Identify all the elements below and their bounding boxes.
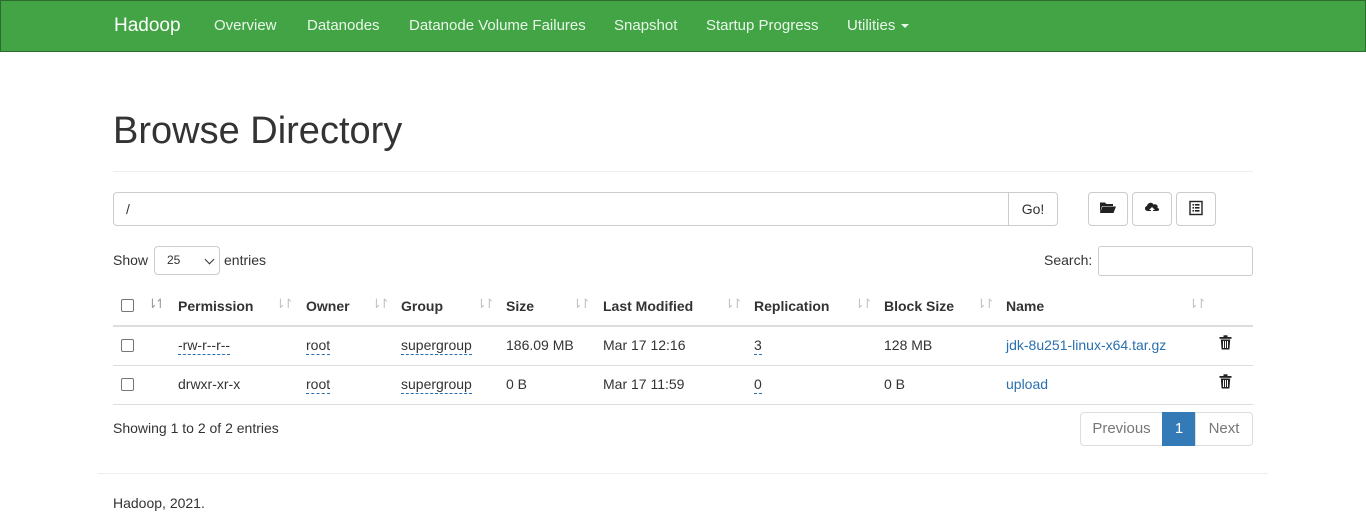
cut-paste-button[interactable] <box>1176 192 1216 226</box>
nav-startup-progress[interactable]: Startup Progress <box>706 17 819 34</box>
sort-icon[interactable]: ⇂↾ <box>371 296 390 312</box>
title-divider <box>113 171 1253 172</box>
entries-per-page-value: 25 <box>167 253 181 267</box>
table-header-divider <box>113 325 1253 327</box>
nav-datanode-volume-failures[interactable]: Datanode Volume Failures <box>409 17 586 34</box>
column-header-group[interactable]: Group <box>401 298 443 314</box>
entries-per-page-select[interactable]: 25 <box>154 246 220 275</box>
entries-label: entries <box>224 252 267 268</box>
size-cell: 0 B <box>506 376 528 392</box>
footer-divider <box>98 473 1268 474</box>
replication-cell[interactable]: 0 <box>754 376 762 394</box>
cloud-upload-icon <box>1143 200 1161 219</box>
column-header-block-size[interactable]: Block Size <box>884 298 954 314</box>
list-alt-icon <box>1188 200 1204 219</box>
page-title: Browse Directory <box>113 110 403 152</box>
column-header-permission[interactable]: Permission <box>178 298 253 314</box>
row-select-checkbox[interactable] <box>121 378 134 391</box>
group-cell[interactable]: supergroup <box>401 376 472 394</box>
pagination-previous-button[interactable]: Previous <box>1080 412 1163 446</box>
caret-down-icon <box>901 24 910 29</box>
sort-icon[interactable]: ⇂↾ <box>724 296 743 312</box>
column-header-owner[interactable]: Owner <box>306 298 350 314</box>
trash-icon[interactable] <box>1219 374 1232 392</box>
nav-overview[interactable]: Overview <box>214 17 277 34</box>
permission-cell[interactable]: -rw-r--r-- <box>178 337 231 355</box>
directory-name-link[interactable]: upload <box>1006 376 1048 392</box>
row-divider <box>113 365 1253 366</box>
sort-icon[interactable]: ⇂↾ <box>572 296 591 312</box>
sort-active-icon[interactable]: ⇂↿ <box>147 296 166 312</box>
table-search-input[interactable] <box>1098 246 1253 276</box>
row-divider <box>113 404 1253 405</box>
upload-files-button[interactable] <box>1132 192 1172 226</box>
nav-datanodes[interactable]: Datanodes <box>307 17 380 34</box>
footer-text: Hadoop, 2021. <box>113 495 205 511</box>
owner-cell[interactable]: root <box>306 376 331 394</box>
column-header-last-modified[interactable]: Last Modified <box>603 298 693 314</box>
group-cell[interactable]: supergroup <box>401 337 472 355</box>
replication-cell[interactable]: 3 <box>754 337 762 355</box>
block-size-cell: 0 B <box>884 376 906 392</box>
pagination-page-1-button[interactable]: 1 <box>1162 412 1196 446</box>
folder-open-icon <box>1099 201 1117 218</box>
sort-icon[interactable]: ⇂↾ <box>854 296 873 312</box>
pagination-next-button[interactable]: Next <box>1195 412 1253 446</box>
table-info-text: Showing 1 to 2 of 2 entries <box>113 420 279 436</box>
select-all-checkbox[interactable] <box>121 299 134 312</box>
last-modified-cell: Mar 17 12:16 <box>603 337 686 353</box>
trash-icon[interactable] <box>1219 335 1232 353</box>
sort-icon[interactable]: ⇂↾ <box>275 296 294 312</box>
directory-path-input[interactable] <box>113 192 1009 226</box>
go-button[interactable]: Go! <box>1008 192 1058 226</box>
nav-utilities-label: Utilities <box>847 17 896 34</box>
nav-utilities-dropdown[interactable]: Utilities <box>847 17 910 34</box>
column-header-size[interactable]: Size <box>506 298 534 314</box>
show-label: Show <box>113 252 149 268</box>
brand-link[interactable]: Hadoop <box>114 15 181 37</box>
column-header-name[interactable]: Name <box>1006 298 1044 314</box>
size-cell: 186.09 MB <box>506 337 574 353</box>
sort-icon[interactable]: ⇂↾ <box>976 296 995 312</box>
column-header-replication[interactable]: Replication <box>754 298 829 314</box>
create-directory-button[interactable] <box>1088 192 1128 226</box>
sort-icon[interactable]: ⇂↾ <box>1188 296 1207 312</box>
owner-cell[interactable]: root <box>306 337 331 355</box>
row-select-checkbox[interactable] <box>121 339 134 352</box>
last-modified-cell: Mar 17 11:59 <box>603 376 685 392</box>
search-label: Search: <box>1044 252 1093 268</box>
block-size-cell: 128 MB <box>884 337 933 353</box>
sort-icon[interactable]: ⇂↾ <box>476 296 495 312</box>
top-navbar: Hadoop Overview Datanodes Datanode Volum… <box>0 0 1366 52</box>
nav-snapshot[interactable]: Snapshot <box>614 17 677 34</box>
permission-cell[interactable]: drwxr-xr-x <box>178 376 240 393</box>
chevron-down-icon <box>204 254 215 265</box>
file-name-link[interactable]: jdk-8u251-linux-x64.tar.gz <box>1006 337 1166 353</box>
